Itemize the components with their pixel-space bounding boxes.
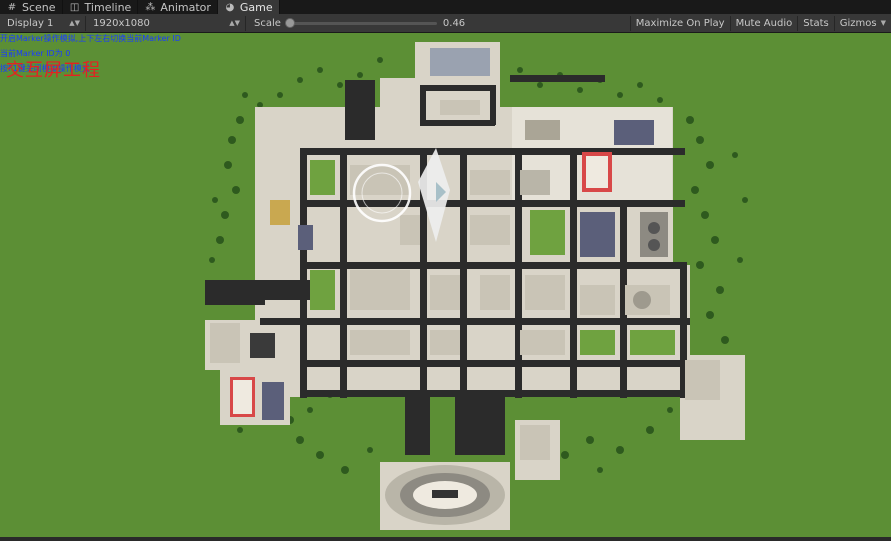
- resolution-dropdown[interactable]: 1920x1080 ▲▼: [86, 15, 246, 31]
- scene-icon: #: [7, 1, 17, 13]
- gizmos-button[interactable]: Gizmos ▼: [833, 15, 891, 31]
- bottom-status-bar: [0, 537, 891, 541]
- tab-scene-label: Scene: [22, 0, 56, 14]
- stadium: [385, 465, 505, 525]
- tab-game[interactable]: ◕ Game: [217, 0, 280, 14]
- stats-button[interactable]: Stats: [797, 15, 834, 31]
- timeline-icon: ◫: [69, 1, 80, 13]
- game-icon: ◕: [225, 1, 235, 13]
- project-title: 交互屏工程: [6, 60, 101, 81]
- dropdown-arrow-icon: ▲▼: [229, 19, 240, 27]
- scale-slider[interactable]: [284, 17, 437, 28]
- scale-label: Scale: [254, 17, 281, 29]
- game-toolbar: Display 1 ▲▼ 1920x1080 ▲▼ Scale 0.46 Max…: [0, 14, 891, 33]
- display-value: Display 1: [7, 17, 54, 29]
- editor-tab-strip: # Scene ◫ Timeline ⁂ Animator ◕ Game: [0, 0, 891, 14]
- tab-game-label: Game: [239, 0, 273, 14]
- maximize-label: Maximize On Play: [635, 17, 725, 29]
- tab-timeline[interactable]: ◫ Timeline: [63, 0, 139, 14]
- mute-audio-button[interactable]: Mute Audio: [729, 15, 798, 31]
- gizmos-label: Gizmos: [839, 17, 877, 29]
- tab-animator[interactable]: ⁂ Animator: [138, 0, 218, 14]
- display-dropdown[interactable]: Display 1 ▲▼: [0, 15, 86, 31]
- tab-scene[interactable]: # Scene: [0, 0, 63, 14]
- scale-slider-thumb[interactable]: [284, 17, 295, 28]
- maximize-on-play-button[interactable]: Maximize On Play: [629, 15, 730, 31]
- animator-icon: ⁂: [145, 1, 156, 13]
- stats-label: Stats: [803, 17, 829, 29]
- overlay-instruction-line1: 开启Marker操作模拟,上下左右切换当前Marker ID: [0, 34, 181, 43]
- scale-value: 0.46: [442, 17, 466, 29]
- tab-animator-label: Animator: [160, 0, 211, 14]
- resolution-value: 1920x1080: [93, 17, 150, 29]
- mute-label: Mute Audio: [735, 17, 793, 29]
- game-viewport[interactable]: 开启Marker操作模拟,上下左右切换当前Marker ID 当前Marker …: [0, 33, 891, 537]
- tab-timeline-label: Timeline: [84, 0, 132, 14]
- city-map: [205, 42, 748, 530]
- dropdown-arrow-icon: ▼: [880, 19, 886, 27]
- dropdown-arrow-icon: ▲▼: [69, 19, 80, 27]
- scale-control: Scale 0.46: [246, 16, 465, 31]
